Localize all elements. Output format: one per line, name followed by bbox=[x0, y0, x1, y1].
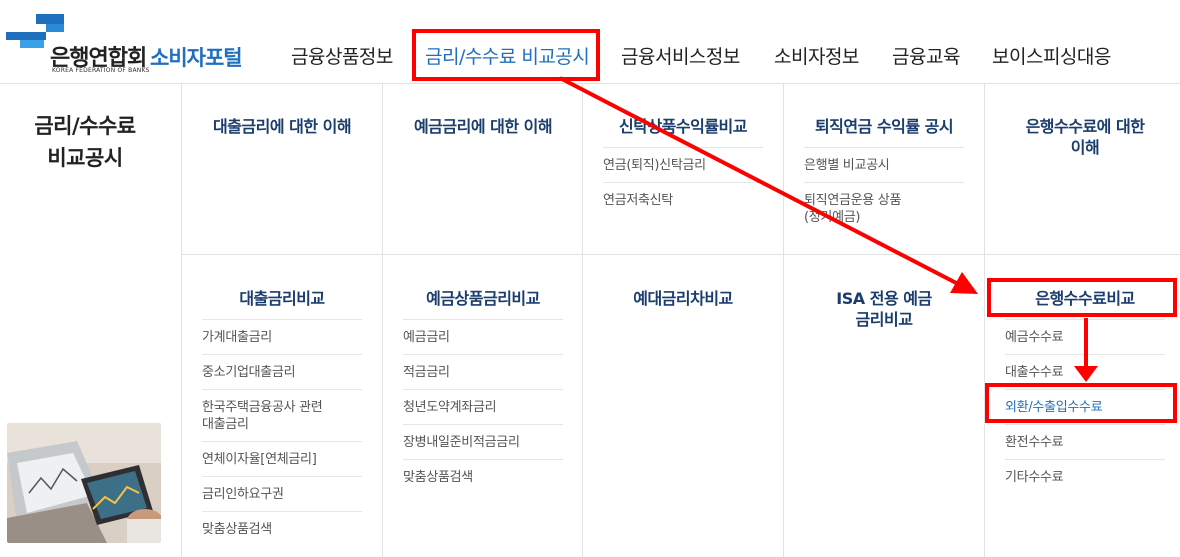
submenu-item-rate-cut-right[interactable]: 금리인하요구권 bbox=[202, 476, 362, 511]
submenu-item-custom-search[interactable]: 맞춤상품검색 bbox=[403, 459, 563, 494]
menu-title-line1: ISA 전용 예금 bbox=[836, 289, 932, 308]
menu-title-bank-fee-understanding[interactable]: 은행수수료에 대한 이해 bbox=[985, 116, 1180, 158]
submenu-item-pension-product[interactable]: 퇴직연금운용 상품 (정기예금) bbox=[804, 182, 964, 234]
submenu-item-household-loan[interactable]: 가계대출금리 bbox=[202, 319, 362, 354]
menu-title-loan-rate-understanding[interactable]: 대출금리에 대한 이해 bbox=[182, 116, 382, 137]
menu-col-spread-comparison: 예대금리차비교 bbox=[583, 288, 783, 309]
nav-financial-education[interactable]: 금융교육 bbox=[892, 42, 960, 69]
submenu-item-fx-trade-fee[interactable]: 외환/수출입수수료 bbox=[1005, 389, 1165, 424]
submenu-item-pension-savings-trust[interactable]: 연금저축신탁 bbox=[603, 182, 763, 217]
portal-title[interactable]: 소비자포털 bbox=[150, 42, 243, 72]
submenu-item-exchange-fee[interactable]: 환전수수료 bbox=[1005, 424, 1165, 459]
menu-col-trust-yield: 신탁상품수익률비교 연금(퇴직)신탁금리 연금저축신탁 bbox=[583, 116, 783, 217]
divider bbox=[182, 254, 1180, 255]
section-title: 금리/수수료 비교공시 bbox=[0, 110, 170, 174]
section-title-line1: 금리/수수료 bbox=[34, 114, 136, 138]
menu-col-bank-fee-comparison: 은행수수료비교 예금수수료 대출수수료 외환/수출입수수료 환전수수료 기타수수… bbox=[985, 288, 1180, 494]
tablet-photo-illustration bbox=[7, 423, 161, 543]
nav-financial-products[interactable]: 금융상품정보 bbox=[291, 42, 393, 69]
submenu-item-youth-account-rate[interactable]: 청년도약계좌금리 bbox=[403, 389, 563, 424]
menu-col-retirement-pension: 퇴직연금 수익률 공시 은행별 비교공시 퇴직연금운용 상품 (정기예금) bbox=[784, 116, 984, 234]
menu-title-line2: 금리비교 bbox=[855, 310, 913, 329]
submenu-item-loan-fee[interactable]: 대출수수료 bbox=[1005, 354, 1165, 389]
logo-subtext: KOREA FEDERATION OF BANKS bbox=[52, 67, 150, 74]
menu-title-deposit-rate-comparison[interactable]: 예금상품금리비교 bbox=[383, 288, 583, 309]
menu-col-deposit-rate-understanding: 예금금리에 대한 이해 bbox=[383, 116, 583, 137]
submenu-list: 예금금리 적금금리 청년도약계좌금리 장병내일준비적금금리 맞춤상품검색 bbox=[403, 319, 563, 494]
menu-col-loan-rate-understanding: 대출금리에 대한 이해 bbox=[182, 116, 382, 137]
submenu-list: 예금수수료 대출수수료 외환/수출입수수료 환전수수료 기타수수료 bbox=[1005, 319, 1165, 494]
menu-col-isa-rate: ISA 전용 예금 금리비교 bbox=[784, 288, 984, 330]
nav-consumer-info[interactable]: 소비자정보 bbox=[774, 42, 859, 69]
submenu-item-deposit-fee[interactable]: 예금수수료 bbox=[1005, 319, 1165, 354]
submenu-item-bank-comparison[interactable]: 은행별 비교공시 bbox=[804, 147, 964, 182]
menu-title-loan-rate-comparison[interactable]: 대출금리비교 bbox=[182, 288, 382, 309]
menu-col-bank-fee-understanding: 은행수수료에 대한 이해 bbox=[985, 116, 1180, 158]
submenu-item-hf-loan[interactable]: 한국주택금융공사 관련 대출금리 bbox=[202, 389, 362, 441]
nav-voice-phishing[interactable]: 보이스피싱대응 bbox=[992, 42, 1111, 69]
menu-title-isa-rate[interactable]: ISA 전용 예금 금리비교 bbox=[784, 288, 984, 330]
submenu-item-savings-rate[interactable]: 적금금리 bbox=[403, 354, 563, 389]
menu-title-line1: 은행수수료에 대한 bbox=[1025, 117, 1145, 136]
submenu-list: 가계대출금리 중소기업대출금리 한국주택금융공사 관련 대출금리 연체이자율[연… bbox=[202, 319, 362, 546]
submenu-item-soldier-savings-rate[interactable]: 장병내일준비적금금리 bbox=[403, 424, 563, 459]
menu-title-bank-fee-comparison[interactable]: 은행수수료비교 bbox=[985, 288, 1180, 309]
submenu-list: 연금(퇴직)신탁금리 연금저축신탁 bbox=[603, 147, 763, 217]
submenu-item-overdue-rate[interactable]: 연체이자율[연체금리] bbox=[202, 441, 362, 476]
submenu-item-sme-loan[interactable]: 중소기업대출금리 bbox=[202, 354, 362, 389]
nav-financial-services[interactable]: 금융서비스정보 bbox=[621, 42, 740, 69]
site-header: 은행연합회 KOREA FEDERATION OF BANKS 소비자포털 금융… bbox=[0, 0, 1180, 84]
menu-title-line2: 이해 bbox=[1070, 138, 1100, 157]
kfb-logo[interactable]: 은행연합회 KOREA FEDERATION OF BANKS bbox=[6, 14, 149, 76]
menu-col-deposit-rate-comparison: 예금상품금리비교 예금금리 적금금리 청년도약계좌금리 장병내일준비적금금리 맞… bbox=[383, 288, 583, 494]
menu-title-retirement-pension[interactable]: 퇴직연금 수익률 공시 bbox=[784, 116, 984, 137]
section-title-line2: 비교공시 bbox=[47, 146, 123, 170]
nav-rate-fee-disclosure[interactable]: 금리/수수료 비교공시 bbox=[425, 42, 590, 69]
submenu-list: 은행별 비교공시 퇴직연금운용 상품 (정기예금) bbox=[804, 147, 964, 234]
menu-title-spread-comparison[interactable]: 예대금리차비교 bbox=[583, 288, 783, 309]
side-photo bbox=[7, 423, 161, 543]
menu-title-trust-yield[interactable]: 신탁상품수익률비교 bbox=[583, 116, 783, 137]
submenu-item-pension-trust-rate[interactable]: 연금(퇴직)신탁금리 bbox=[603, 147, 763, 182]
submenu-item-deposit-rate[interactable]: 예금금리 bbox=[403, 319, 563, 354]
menu-col-loan-rate-comparison: 대출금리비교 가계대출금리 중소기업대출금리 한국주택금융공사 관련 대출금리 … bbox=[182, 288, 382, 546]
submenu-item-other-fee[interactable]: 기타수수료 bbox=[1005, 459, 1165, 494]
menu-title-deposit-rate-understanding[interactable]: 예금금리에 대한 이해 bbox=[383, 116, 583, 137]
submenu-item-custom-search[interactable]: 맞춤상품검색 bbox=[202, 511, 362, 546]
